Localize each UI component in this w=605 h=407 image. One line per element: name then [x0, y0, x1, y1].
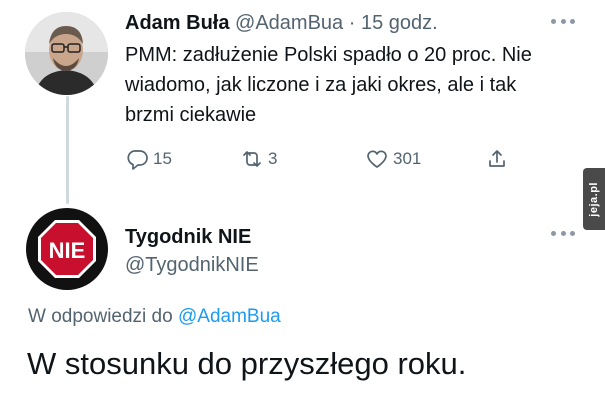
author-name[interactable]: Tygodnik NIE — [125, 224, 251, 250]
retweet-button[interactable]: 3 — [240, 144, 277, 174]
tweet-header: Adam Buła @AdamBua · 15 godz. — [125, 10, 438, 36]
reply-mention-link[interactable]: @AdamBua — [178, 306, 281, 327]
thread-connector-line — [66, 96, 69, 204]
more-options-icon[interactable] — [551, 14, 575, 28]
tweet-timestamp[interactable]: 15 godz. — [361, 12, 438, 34]
like-count: 301 — [393, 149, 422, 168]
tweet-text: W stosunku do przyszłego roku. — [27, 346, 467, 381]
reply-count: 15 — [153, 149, 172, 168]
retweet-icon — [243, 151, 261, 167]
like-button[interactable]: 301 — [365, 144, 421, 174]
watermark-badge: jeja.pl — [583, 168, 605, 230]
share-icon — [489, 150, 505, 167]
watermark-text: jeja.pl — [588, 181, 600, 217]
avatar-portrait-image — [25, 12, 108, 95]
like-icon — [367, 150, 387, 168]
reply-icon — [127, 150, 148, 170]
tweet-actions-bar: 15 3 301 — [125, 144, 525, 174]
avatar-tygodnik-nie[interactable]: NIE — [26, 208, 108, 290]
avatar-adam-bula[interactable] — [25, 12, 108, 95]
author-handle[interactable]: @AdamBua — [235, 12, 343, 34]
reply-prefix: W odpowiedzi do — [28, 306, 173, 327]
tweet-text: PMM: zadłużenie Polski spadło o 20 proc.… — [125, 44, 532, 126]
separator-dot: · — [348, 12, 356, 34]
reply-context: W odpowiedzi do @AdamBua — [28, 304, 281, 330]
author-name[interactable]: Adam Buła — [125, 12, 229, 34]
retweet-count: 3 — [268, 149, 278, 168]
avatar-logo-text: NIE — [49, 238, 86, 263]
more-options-icon[interactable] — [551, 226, 575, 240]
stop-sign-logo: NIE — [26, 208, 108, 290]
reply-button[interactable]: 15 — [125, 144, 172, 174]
author-handle[interactable]: @TygodnikNIE — [125, 252, 259, 278]
share-button[interactable] — [485, 144, 513, 174]
